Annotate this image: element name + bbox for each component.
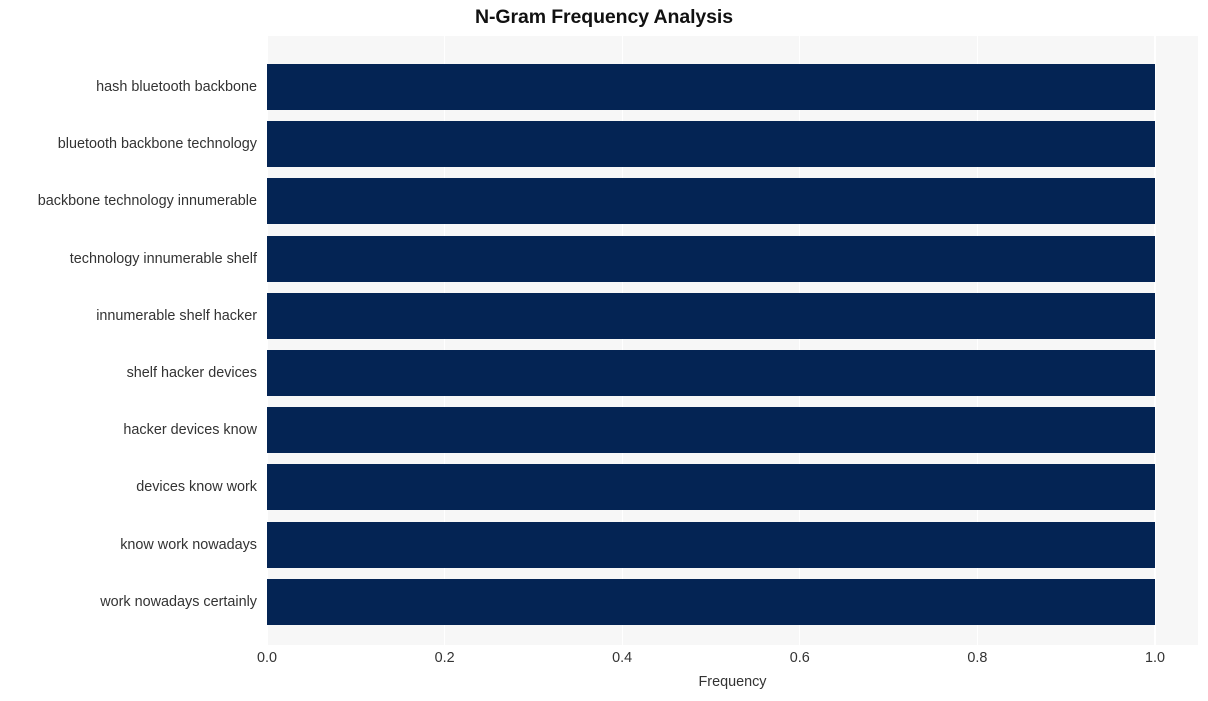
y-axis-tick-label: devices know work — [136, 479, 257, 496]
y-axis-tick-label: bluetooth backbone technology — [57, 136, 257, 153]
chart-title: N-Gram Frequency Analysis — [475, 6, 733, 28]
bar[interactable] — [267, 121, 1155, 168]
y-axis-tick-label: know work nowadays — [120, 536, 257, 553]
x-axis-tick-label: 0.0 — [256, 650, 278, 666]
y-axis-tick-label: hacker devices know — [123, 422, 257, 439]
bar[interactable] — [267, 407, 1155, 454]
y-axis-tick-labels: hash bluetooth backbone bluetooth backbon… — [0, 36, 257, 645]
bar[interactable] — [267, 178, 1155, 225]
plot-area — [267, 36, 1198, 645]
x-axis-tick-label: 1.0 — [1144, 650, 1166, 666]
x-axis-tick-label: 0.4 — [612, 650, 633, 666]
bar[interactable] — [267, 521, 1155, 568]
x-axis-tick-label: 0.2 — [434, 650, 455, 666]
chart-figure: N-Gram Frequency Analysis hash bluetooth… — [0, 0, 1208, 701]
y-axis-tick-label: hash bluetooth backbone — [96, 79, 257, 95]
bar[interactable] — [267, 235, 1155, 282]
x-axis-title: Frequency — [698, 674, 767, 690]
x-axis-tick-label: 0.6 — [789, 650, 810, 666]
y-axis-tick-label: work nowadays certainly — [100, 593, 257, 610]
y-axis-tick-label: shelf hacker devices — [126, 365, 257, 381]
y-axis-tick-label: backbone technology innumerable — [37, 193, 257, 210]
bar[interactable] — [267, 64, 1155, 110]
bar[interactable] — [267, 578, 1155, 625]
x-axis-tick-labels: 0.0 0.2 0.4 0.6 0.8 1.0 — [257, 650, 1198, 672]
x-axis-tick-label: 0.8 — [967, 650, 988, 666]
y-axis-tick-label: innumerable shelf hacker — [96, 307, 257, 324]
y-axis-tick-label: technology innumerable shelf — [69, 250, 257, 267]
bar[interactable] — [267, 350, 1155, 396]
bar[interactable] — [267, 292, 1155, 339]
bar[interactable] — [267, 464, 1155, 511]
bars-layer — [267, 36, 1198, 645]
